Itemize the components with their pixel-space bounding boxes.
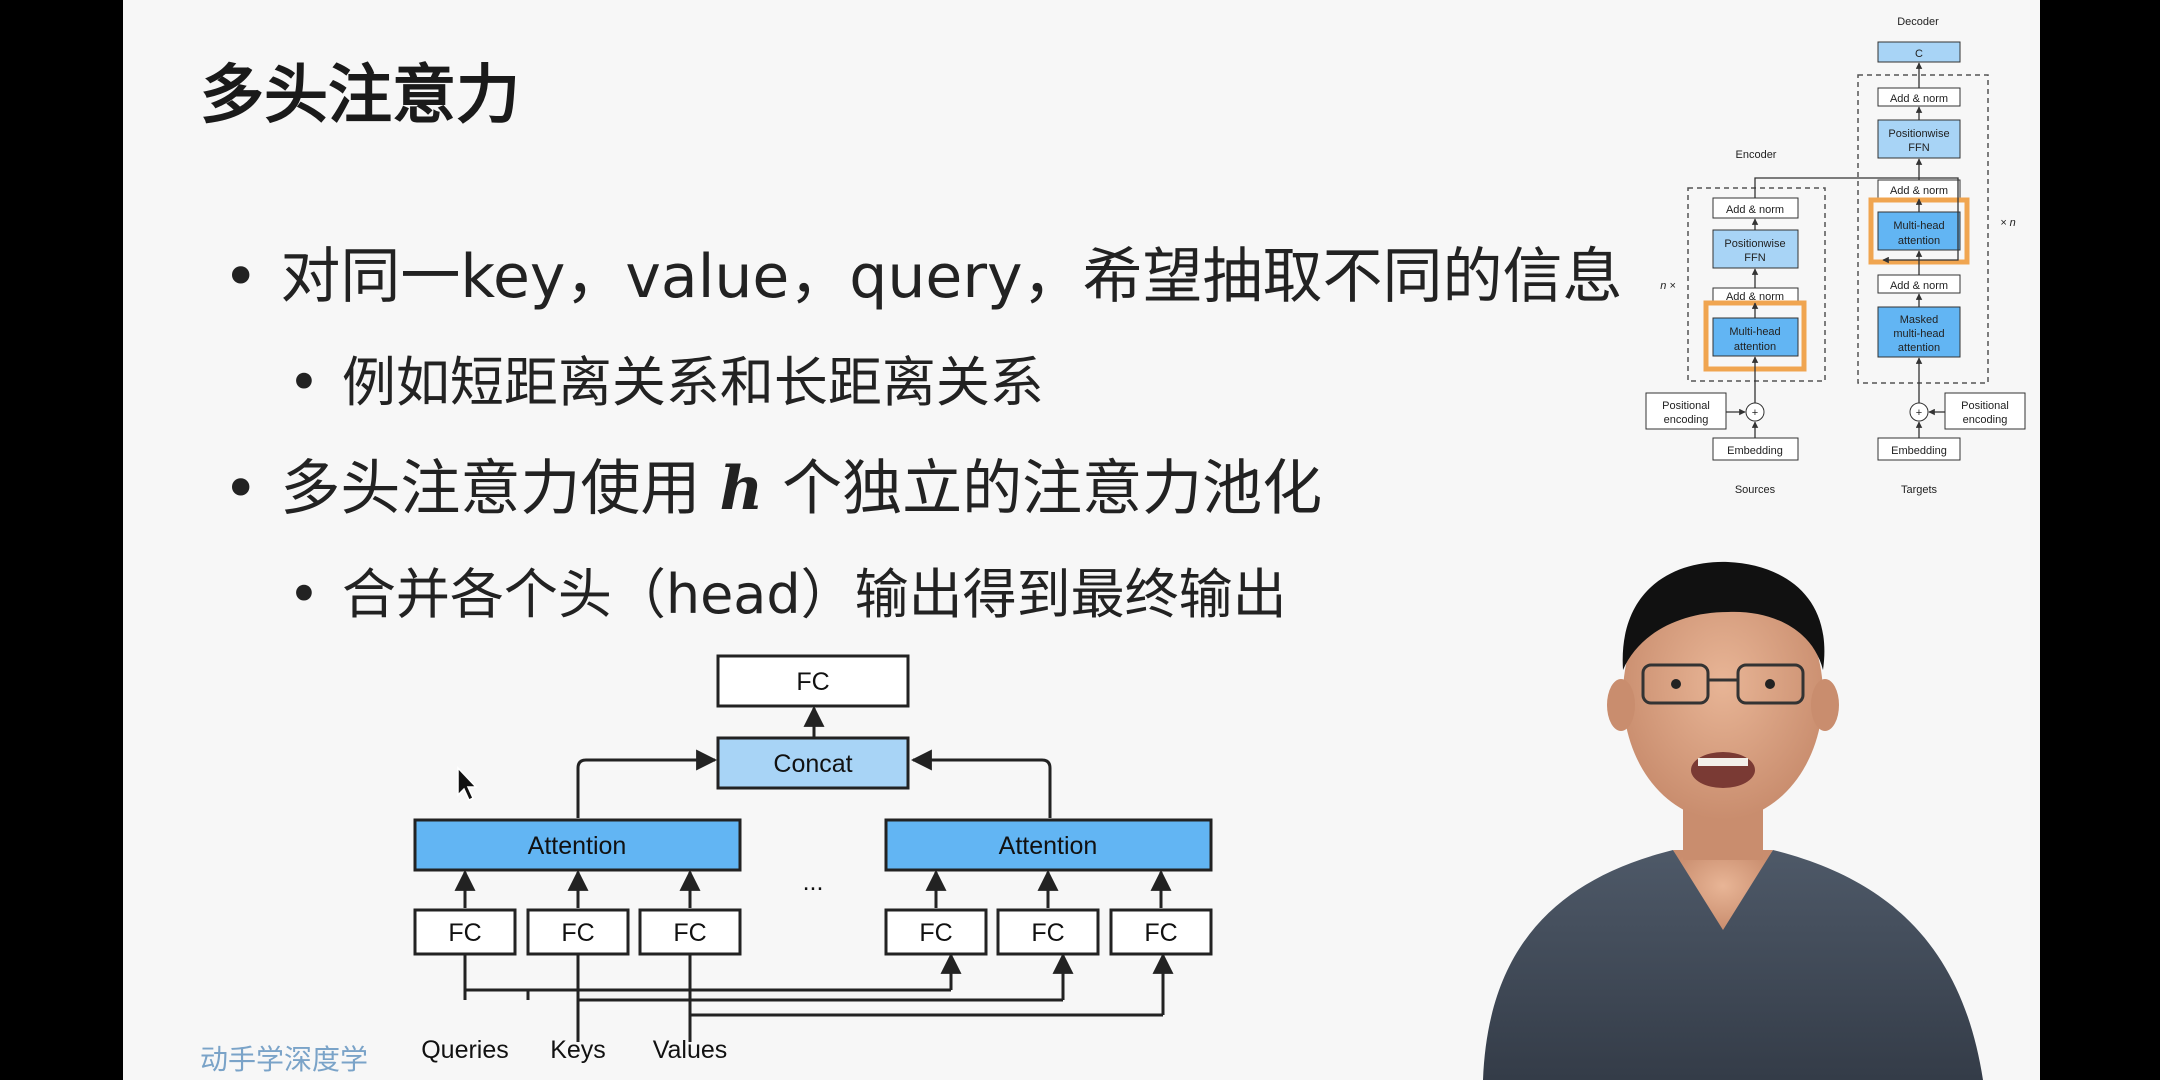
svg-text:C: C <box>1915 48 1923 60</box>
svg-text:FFN: FFN <box>1908 142 1929 154</box>
svg-text:attention: attention <box>1734 341 1776 353</box>
svg-text:Add & norm: Add & norm <box>1890 185 1948 197</box>
svg-text:+: + <box>1916 407 1922 419</box>
presenter-figure <box>1483 561 1983 1080</box>
svg-text:+: + <box>1752 407 1758 419</box>
svg-text:Positional: Positional <box>1662 400 1710 412</box>
sources-label: Sources <box>1735 484 1776 496</box>
svg-text:Add & norm: Add & norm <box>1726 204 1784 216</box>
svg-text:Add & norm: Add & norm <box>1890 280 1948 292</box>
slide: 多头注意力 • 对同一key，value，query，希望抽取不同的信息 • 例如短… <box>123 0 2040 1080</box>
svg-text:Multi-head: Multi-head <box>1729 326 1780 338</box>
svg-text:encoding: encoding <box>1963 414 2008 426</box>
svg-text:encoding: encoding <box>1664 414 1709 426</box>
targets-label: Targets <box>1901 484 1938 496</box>
svg-text:Multi-head: Multi-head <box>1893 220 1944 232</box>
svg-text:Positionwise: Positionwise <box>1888 128 1949 140</box>
svg-text:× n: × n <box>2000 217 2016 229</box>
svg-text:Embedding: Embedding <box>1891 445 1947 457</box>
svg-text:Masked: Masked <box>1900 314 1939 326</box>
decoder-label: Decoder <box>1897 16 1939 28</box>
svg-text:attention: attention <box>1898 342 1940 354</box>
svg-text:Positional: Positional <box>1961 400 2009 412</box>
svg-text:attention: attention <box>1898 235 1940 247</box>
svg-text:n ×: n × <box>1660 280 1676 292</box>
svg-text:Add & norm: Add & norm <box>1890 93 1948 105</box>
encoder-label: Encoder <box>1736 149 1777 161</box>
svg-text:Positionwise: Positionwise <box>1724 238 1785 250</box>
footer-course-label: 动手学深度学 <box>200 1043 369 1076</box>
svg-text:FFN: FFN <box>1744 252 1765 264</box>
svg-text:Embedding: Embedding <box>1727 445 1783 457</box>
svg-text:multi-head: multi-head <box>1893 328 1944 340</box>
